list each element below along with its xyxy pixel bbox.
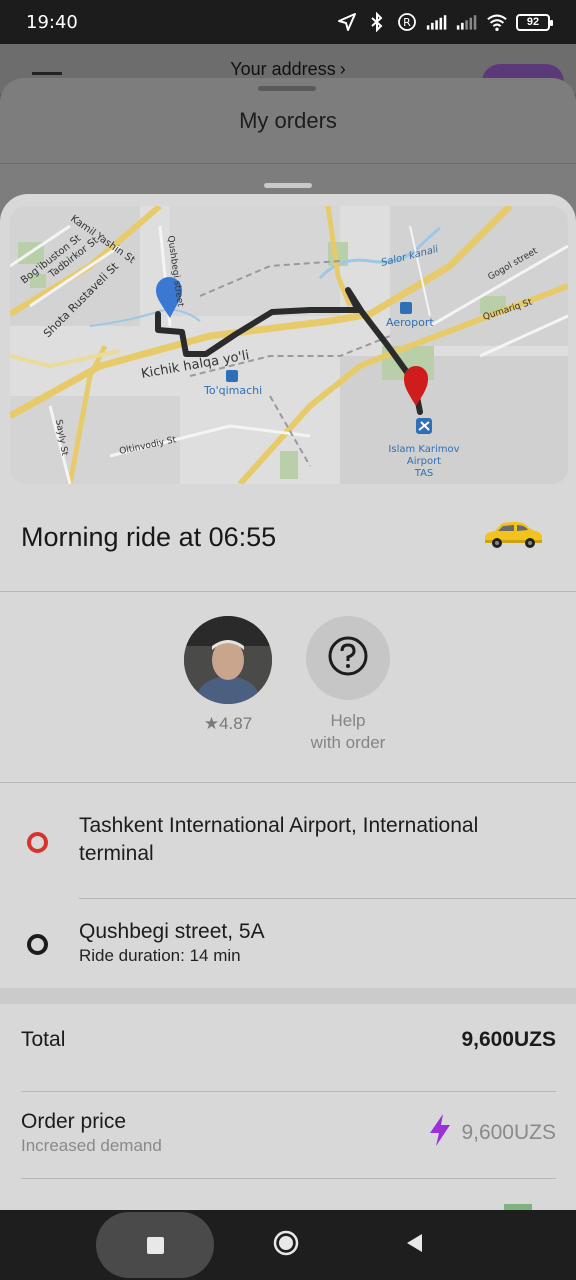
detail-sheet-handle[interactable] (264, 183, 312, 188)
aeroport-metro-icon (400, 302, 412, 314)
status-icons: R 92 (336, 11, 553, 33)
wifi-icon (486, 11, 508, 33)
back-button[interactable] (398, 1230, 430, 1260)
order-detail-sheet: Bog'ibuston St Tadbirkor St Shota Rustav… (0, 194, 576, 1210)
orders-sheet-handle (258, 86, 316, 91)
route-map[interactable]: Bog'ibuston St Tadbirkor St Shota Rustav… (10, 206, 568, 484)
map-label: Airport (407, 456, 441, 467)
pickup-dot-icon (27, 832, 48, 853)
divider (79, 898, 576, 899)
registered-icon: R (396, 11, 418, 33)
chevron-right-icon: › (339, 58, 346, 79)
bluetooth-icon (366, 11, 388, 33)
order-price-label: Order price (21, 1110, 127, 1133)
recents-button[interactable] (136, 1234, 174, 1256)
total-row: Total 9,600UZS (21, 1028, 556, 1052)
divider (21, 1091, 556, 1092)
lightning-icon (427, 1113, 453, 1153)
toqimachi-metro-icon (226, 370, 238, 382)
orders-title: My orders (239, 108, 337, 133)
map-canvas: Bog'ibuston St Tadbirkor St Shota Rustav… (10, 206, 568, 484)
home-button[interactable] (268, 1227, 304, 1263)
ride-header: Morning ride at 06:55 (0, 484, 576, 590)
dropoff-dot-icon (27, 934, 48, 955)
address-label: Your address (230, 58, 336, 79)
driver-row: ★4.87 Help with order (0, 616, 576, 756)
map-label: TAS (414, 468, 434, 479)
driver-rating: ★4.87 (203, 714, 253, 733)
ride-title: Morning ride at 06:55 (21, 521, 277, 552)
map-label: Islam Karimov (388, 444, 459, 455)
map-label: To'qimachi (203, 384, 262, 397)
map-label: Aeroport (386, 316, 434, 329)
navigation-bar (0, 1210, 576, 1280)
help-label-line1: Help (330, 711, 366, 730)
order-price-value: 9,600UZS (461, 1121, 556, 1144)
section-gap (0, 988, 576, 1004)
back-triangle-icon (404, 1232, 424, 1259)
status-time: 19:40 (26, 11, 78, 33)
increased-demand-label: Increased demand (21, 1136, 162, 1155)
taxi-car-icon (481, 520, 545, 555)
divider (21, 1178, 556, 1179)
divider (0, 163, 576, 164)
location-arrow-icon (336, 11, 358, 33)
circle-icon (272, 1229, 300, 1262)
order-price-row: Order price Increased demand 9,600UZS (21, 1110, 556, 1156)
driver-avatar[interactable] (184, 616, 272, 704)
total-value: 9,600UZS (461, 1028, 556, 1051)
total-label: Total (21, 1028, 66, 1051)
help-label-line2: with order (310, 733, 386, 752)
battery-icon: 92 (516, 13, 553, 31)
divider (0, 782, 576, 783)
ride-duration: Ride duration: 14 min (79, 946, 241, 965)
square-icon (146, 1236, 164, 1254)
divider (0, 591, 576, 592)
question-mark-icon (327, 635, 369, 682)
dropoff-address: Qushbegi street, 5A (79, 920, 265, 943)
status-bar: 19:40 R 92 (0, 0, 576, 44)
airport-icon (416, 418, 432, 434)
pickup-address: Tashkent International Airport, Internat… (79, 814, 479, 865)
signal-secondary-icon (456, 11, 478, 33)
menu-icon (32, 72, 62, 75)
signal-icon (426, 11, 448, 33)
help-button[interactable] (306, 616, 390, 700)
svg-text:R: R (403, 16, 411, 29)
help-label[interactable]: Help with order (288, 710, 408, 754)
